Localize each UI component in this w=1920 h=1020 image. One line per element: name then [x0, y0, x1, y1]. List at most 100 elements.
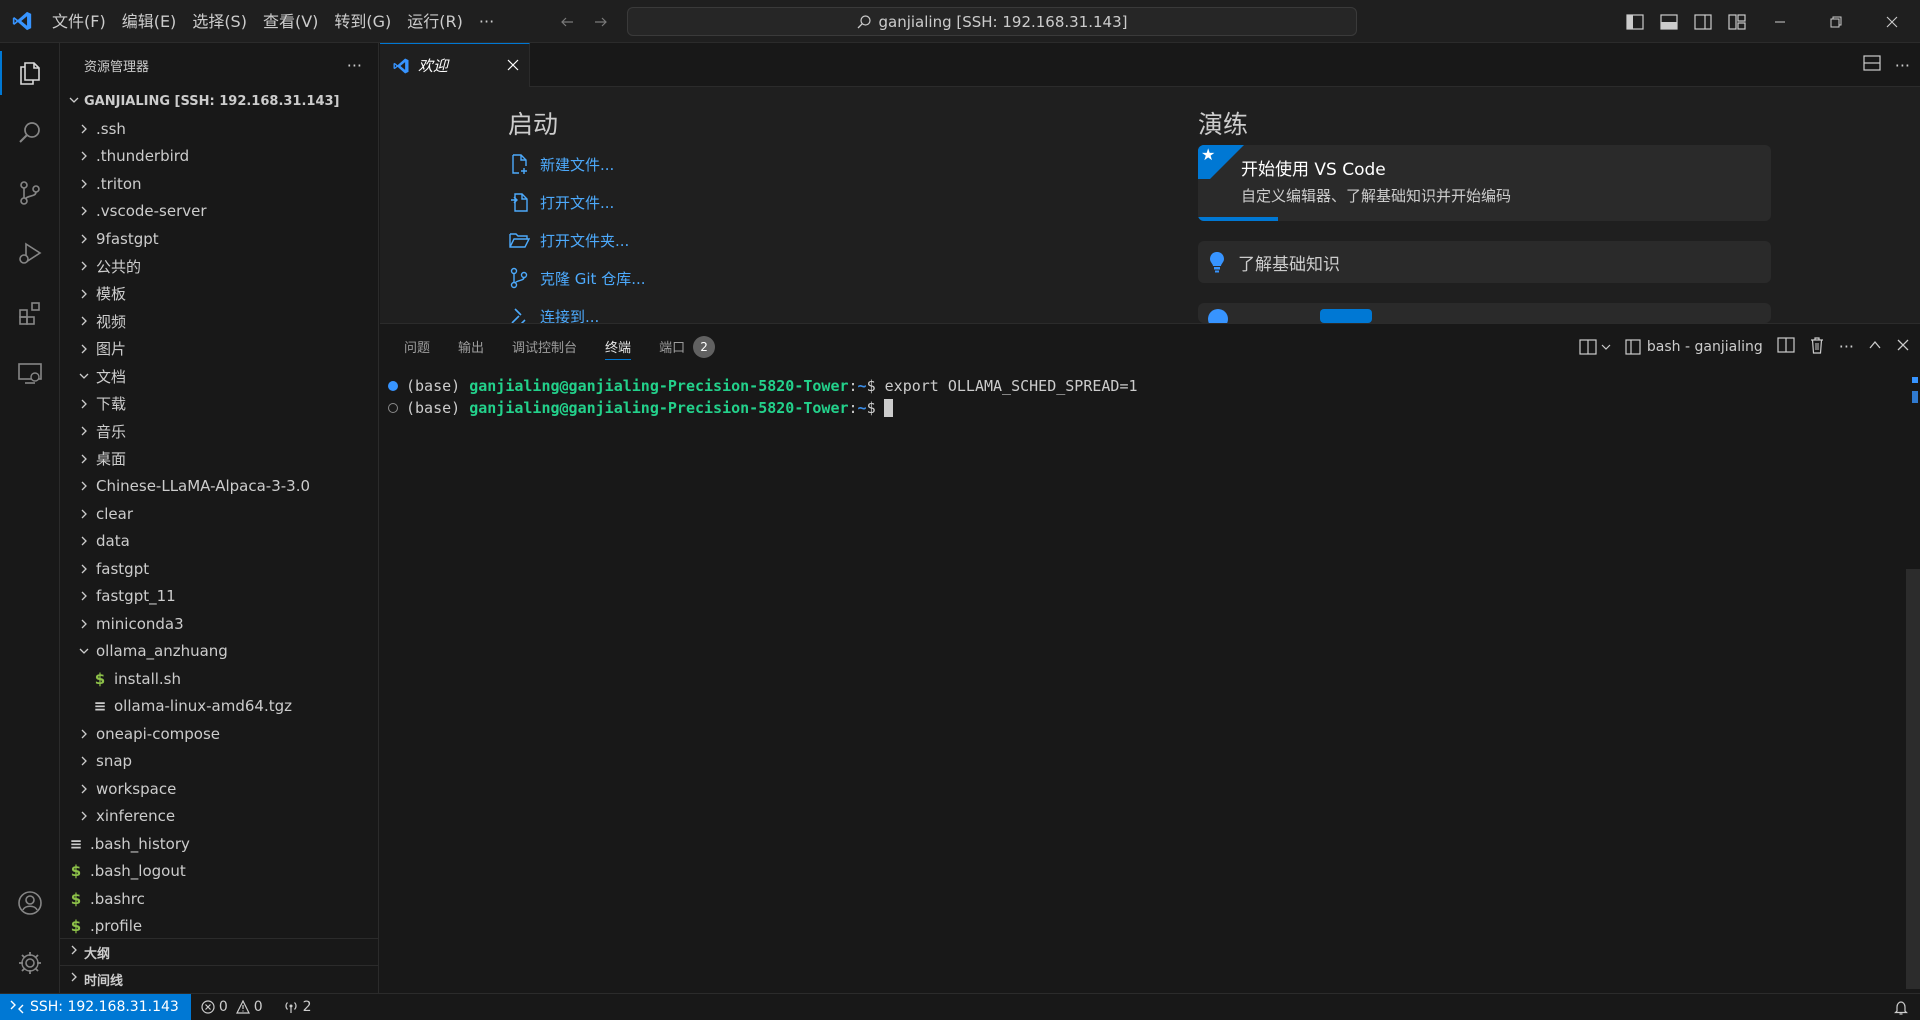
more-actions-icon[interactable]: ··· [1839, 337, 1854, 356]
tree-folder[interactable]: oneapi-compose [60, 720, 378, 748]
tree-folder[interactable]: .thunderbird [60, 143, 378, 171]
connect-to-link[interactable]: 连接到... [508, 297, 1008, 323]
terminal-instance[interactable]: bash - ganjialing [1625, 339, 1763, 355]
tree-folder[interactable]: workspace [60, 775, 378, 803]
tree-file[interactable]: $ .bashrc [60, 885, 378, 913]
minimize-icon[interactable] [1752, 0, 1808, 43]
tree-item-label: miniconda3 [96, 614, 184, 633]
menu-selection[interactable]: 选择(S) [184, 0, 255, 43]
customize-layout-icon[interactable] [1720, 0, 1754, 43]
run-debug-icon[interactable] [0, 223, 60, 283]
command-pending-decoration[interactable] [388, 403, 398, 413]
tree-folder[interactable]: data [60, 528, 378, 556]
tab-welcome[interactable]: 欢迎 [380, 43, 530, 87]
tree-file[interactable]: $ .profile [60, 913, 378, 941]
tree-folder[interactable]: 视频 [60, 308, 378, 336]
tree-file[interactable]: $ .bash_logout [60, 858, 378, 886]
tab-problems[interactable]: 问题 [404, 324, 430, 369]
menu-more[interactable]: ··· [471, 0, 502, 43]
tree-folder[interactable]: Chinese-LLaMA-Alpaca-3-3.0 [60, 473, 378, 501]
command-center-text: ganjialing [SSH: 192.168.31.143] [878, 12, 1128, 31]
tree-folder[interactable]: .vscode-server [60, 198, 378, 226]
search-icon[interactable] [0, 103, 60, 163]
source-control-icon[interactable] [0, 163, 60, 223]
tree-folder[interactable]: 音乐 [60, 418, 378, 446]
menu-file[interactable]: 文件(F) [44, 0, 114, 43]
tree-file[interactable]: ≡ .bash_history [60, 830, 378, 858]
tree-folder[interactable]: .triton [60, 170, 378, 198]
restore-icon[interactable] [1808, 0, 1864, 43]
split-editor-icon[interactable] [1863, 55, 1881, 75]
clone-git-link[interactable]: 克隆 Git 仓库... [508, 259, 1008, 297]
ports-status[interactable]: 2 [273, 999, 322, 1015]
close-icon[interactable] [507, 57, 519, 75]
close-panel-icon[interactable] [1896, 338, 1910, 356]
toggle-primary-sidebar-icon[interactable] [1618, 0, 1652, 43]
back-arrow-icon[interactable] [550, 0, 584, 43]
more-actions-icon[interactable]: ··· [1895, 56, 1910, 75]
sidebar-more-actions[interactable]: ··· [347, 56, 362, 75]
tree-item-label: Chinese-LLaMA-Alpaca-3-3.0 [96, 477, 311, 496]
menu-go[interactable]: 转到(G) [326, 0, 399, 43]
open-folder-link[interactable]: 打开文件夹... [508, 221, 1008, 259]
tree-item-label: 图片 [96, 340, 127, 359]
terminal-scrollbar[interactable] [1906, 369, 1920, 989]
timeline-section[interactable]: 时间线 [60, 965, 378, 992]
new-terminal-dropdown[interactable] [1579, 338, 1611, 355]
outline-section[interactable]: 大纲 [60, 938, 378, 965]
broadcast-icon [285, 1002, 297, 1013]
new-file-link[interactable]: 新建文件... [508, 145, 1008, 183]
tree-folder[interactable]: xinference [60, 803, 378, 831]
tree-folder[interactable]: 图片 [60, 335, 378, 363]
tree-folder[interactable]: snap [60, 748, 378, 776]
tree-folder[interactable]: 9fastgpt [60, 225, 378, 253]
remote-connect-icon [511, 308, 526, 323]
terminal-output[interactable]: (base) ganjialing@ganjialing-Precision-5… [380, 369, 1900, 989]
tree-file[interactable]: ≡ ollama-linux-amd64.tgz [60, 693, 378, 721]
walkthrough-basics-card[interactable]: 了解基础知识 [1198, 241, 1771, 283]
command-success-decoration[interactable] [388, 381, 398, 391]
extensions-icon[interactable] [0, 283, 60, 343]
tree-file[interactable]: $ install.sh [60, 665, 378, 693]
explorer-icon[interactable] [0, 43, 60, 103]
tab-terminal[interactable]: 终端 [605, 324, 632, 369]
remote-indicator[interactable]: SSH: 192.168.31.143 [0, 993, 191, 1020]
trash-icon[interactable] [1809, 336, 1825, 358]
split-terminal-button-icon[interactable] [1777, 336, 1795, 357]
tree-folder[interactable]: fastgpt_11 [60, 583, 378, 611]
account-icon[interactable] [0, 873, 60, 933]
tab-ports[interactable]: 端口 2 [659, 324, 716, 369]
tree-folder[interactable]: miniconda3 [60, 610, 378, 638]
close-window-icon[interactable] [1864, 0, 1920, 43]
notifications-bell-icon[interactable] [1894, 994, 1908, 1020]
tree-folder[interactable]: clear [60, 500, 378, 528]
tree-folder[interactable]: 文档 [60, 363, 378, 391]
menu-edit[interactable]: 编辑(E) [114, 0, 185, 43]
tree-folder[interactable]: 公共的 [60, 253, 378, 281]
scrollbar-thumb[interactable] [1906, 569, 1920, 989]
remote-explorer-icon[interactable] [0, 343, 60, 403]
tree-folder[interactable]: 下载 [60, 390, 378, 418]
open-file-link[interactable]: 打开文件... [508, 183, 1008, 221]
walkthrough-get-started-card[interactable]: ★ 开始使用 VS Code 自定义编辑器、了解基础知识并开始编码 [1198, 145, 1771, 221]
toggle-secondary-sidebar-icon[interactable] [1686, 0, 1720, 43]
tree-folder[interactable]: fastgpt [60, 555, 378, 583]
maximize-panel-icon[interactable] [1868, 338, 1882, 356]
tab-debug-console[interactable]: 调试控制台 [512, 324, 577, 369]
tree-folder[interactable]: 模板 [60, 280, 378, 308]
start-section: 启动 新建文件... 打开文件... 打开文件夹... 克隆 Git 仓库...… [508, 105, 1008, 323]
walkthrough-third-card[interactable] [1198, 303, 1771, 323]
chevron-right-icon [76, 205, 92, 217]
forward-arrow-icon[interactable] [584, 0, 618, 43]
explorer-root-folder[interactable]: GANJIALING [SSH: 192.168.31.143] [60, 88, 378, 115]
command-center-search[interactable]: ganjialing [SSH: 192.168.31.143] [627, 7, 1357, 36]
toggle-panel-icon[interactable] [1652, 0, 1686, 43]
problems-status[interactable]: 0 0 [191, 999, 273, 1015]
tree-folder[interactable]: ollama_anzhuang [60, 638, 378, 666]
tab-output[interactable]: 输出 [458, 324, 484, 369]
menu-run[interactable]: 运行(R) [399, 0, 471, 43]
tree-folder[interactable]: .ssh [60, 115, 378, 143]
tree-folder[interactable]: 桌面 [60, 445, 378, 473]
menu-view[interactable]: 查看(V) [255, 0, 326, 43]
settings-gear-icon[interactable] [0, 933, 60, 993]
